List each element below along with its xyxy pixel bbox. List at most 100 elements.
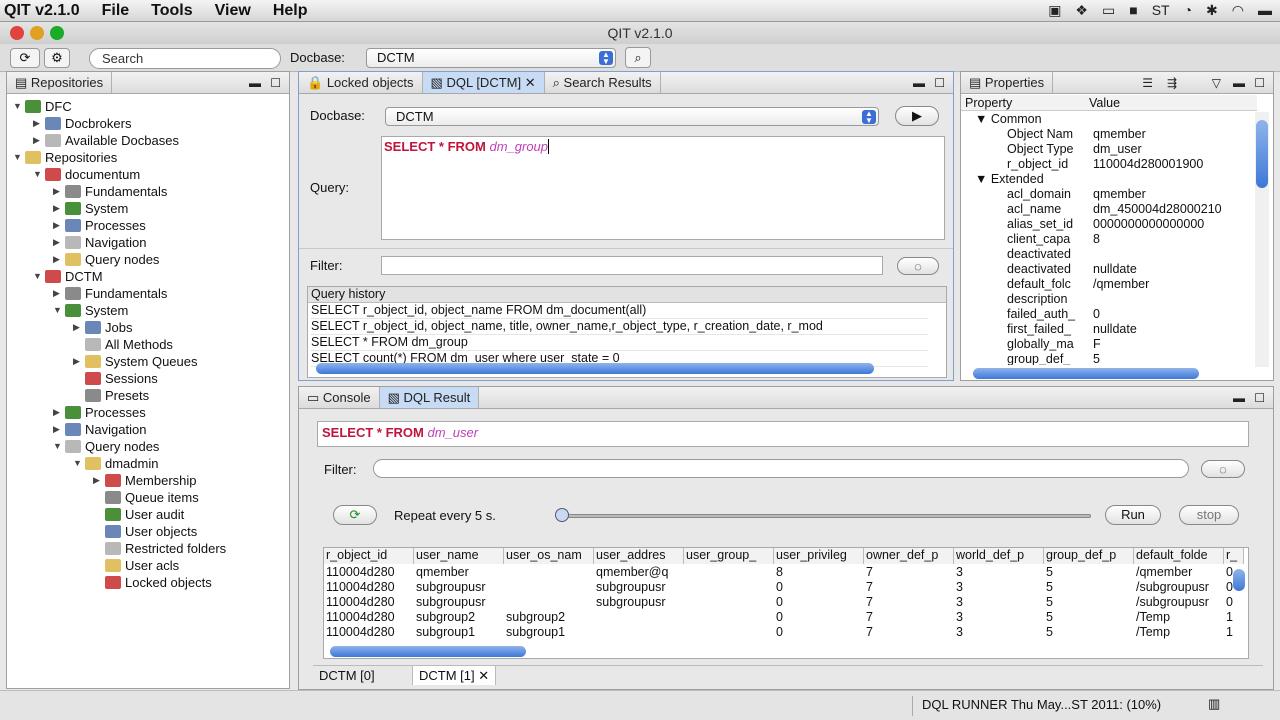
- tree-node[interactable]: ▼ DFC: [13, 98, 72, 115]
- minimize-icon[interactable]: ▬: [1233, 391, 1245, 405]
- close-icon[interactable]: ✕: [525, 75, 536, 90]
- dropbox-icon[interactable]: ❖: [1075, 2, 1088, 19]
- tree-node[interactable]: ▶ Processes: [53, 404, 146, 421]
- tab-repositories[interactable]: ▤ Repositories: [7, 72, 113, 93]
- collapsed-arrow-icon[interactable]: ▶: [53, 217, 65, 234]
- search-input[interactable]: Search: [89, 48, 281, 69]
- tree-node[interactable]: ▶ Processes: [53, 217, 146, 234]
- history-item[interactable]: SELECT * FROM dm_group: [311, 335, 928, 351]
- menu-arrow-icon[interactable]: ▽: [1212, 76, 1221, 90]
- zoom-window-button[interactable]: [50, 26, 64, 40]
- history-scrollbar[interactable]: [316, 363, 874, 374]
- collapsed-arrow-icon[interactable]: ▶: [53, 251, 65, 268]
- tree-node[interactable]: ▼ System: [53, 302, 128, 319]
- collapsed-arrow-icon[interactable]: ▶: [53, 234, 65, 251]
- filter-input[interactable]: [381, 256, 883, 275]
- tree-node[interactable]: ▶ Available Docbases: [33, 132, 179, 149]
- menu-file[interactable]: File: [91, 0, 141, 22]
- column-header[interactable]: owner_def_p: [864, 548, 954, 564]
- result-tab-dctm-0[interactable]: DCTM [0]: [313, 666, 413, 685]
- repeat-slider-thumb[interactable]: [555, 508, 569, 522]
- collapsed-arrow-icon[interactable]: ▶: [53, 183, 65, 200]
- table-row[interactable]: 110004d280 subgroup2 subgroup2 0 7 3 5/Temp 1: [324, 610, 1248, 625]
- collapsed-arrow-icon[interactable]: ▶: [93, 472, 105, 489]
- result-tab-dctm-1[interactable]: DCTM [1] ✕: [413, 666, 497, 685]
- tree-node[interactable]: User audit: [93, 506, 184, 523]
- app-menu[interactable]: QIT v2.1.0: [0, 0, 91, 22]
- collapsed-arrow-icon[interactable]: ▶: [53, 285, 65, 302]
- expanded-arrow-icon[interactable]: ▼: [53, 438, 65, 455]
- history-item[interactable]: SELECT r_object_id, object_name, title, …: [311, 319, 928, 335]
- close-window-button[interactable]: [10, 26, 24, 40]
- tree-node[interactable]: ▶ Jobs: [73, 319, 132, 336]
- collapsed-arrow-icon[interactable]: ▶: [33, 132, 45, 149]
- properties-hscroll[interactable]: [973, 368, 1199, 379]
- tree-node[interactable]: User objects: [93, 523, 197, 540]
- tree-node[interactable]: User acls: [93, 557, 179, 574]
- tree-node[interactable]: Presets: [73, 387, 149, 404]
- column-header[interactable]: user_group_: [684, 548, 774, 564]
- stop-button[interactable]: stop: [1179, 505, 1239, 525]
- maximize-icon[interactable]: ☐: [1254, 391, 1265, 405]
- column-header[interactable]: user_addres: [594, 548, 684, 564]
- menu-tools[interactable]: Tools: [140, 0, 203, 22]
- search-icon[interactable]: ⌕: [625, 47, 651, 68]
- docbase-select[interactable]: DCTM ▲ ▼: [366, 48, 616, 68]
- tab-properties[interactable]: ▤ Properties: [961, 72, 1054, 93]
- tab-search-results[interactable]: ⌕ Search Results: [545, 72, 661, 93]
- calendar-icon[interactable]: ■: [1129, 2, 1137, 19]
- repeat-slider-track[interactable]: [561, 514, 1091, 518]
- tree-node[interactable]: ▼ Repositories: [13, 149, 117, 166]
- collapsed-arrow-icon[interactable]: ▶: [73, 319, 85, 336]
- expanded-arrow-icon[interactable]: ▼: [53, 302, 65, 319]
- tree-node[interactable]: ▶ System: [53, 200, 128, 217]
- camera-icon[interactable]: ▣: [1048, 2, 1061, 19]
- result-vscroll[interactable]: [1231, 565, 1247, 643]
- battery-app-icon[interactable]: ▭: [1102, 2, 1115, 19]
- bluetooth-icon[interactable]: ✱: [1206, 2, 1218, 19]
- minimize-icon[interactable]: ▬: [249, 76, 261, 90]
- expanded-arrow-icon[interactable]: ▼: [33, 166, 45, 183]
- minimize-icon[interactable]: ▬: [1233, 76, 1245, 90]
- table-row[interactable]: 110004d280 qmember qmember@q 8 7 3 5/qmember 0: [324, 565, 1248, 580]
- tree-node[interactable]: ▶ Membership: [93, 472, 197, 489]
- execute-query-button[interactable]: ▶: [895, 106, 939, 126]
- tree-node[interactable]: Restricted folders: [93, 540, 226, 557]
- tree-node[interactable]: ▶ Docbrokers: [33, 115, 131, 132]
- tab-console[interactable]: ▭ Console: [299, 387, 380, 408]
- result-filter-input[interactable]: [373, 459, 1189, 478]
- column-header[interactable]: default_folde: [1134, 548, 1224, 564]
- column-header[interactable]: r_object_id: [324, 548, 414, 564]
- minimize-window-button[interactable]: [30, 26, 44, 40]
- column-header[interactable]: user_name: [414, 548, 504, 564]
- properties-vscroll[interactable]: [1255, 112, 1269, 367]
- repeat-refresh-button[interactable]: ⟳: [333, 505, 377, 525]
- script-icon[interactable]: ST: [1152, 2, 1170, 19]
- menu-help[interactable]: Help: [262, 0, 319, 22]
- tree-view-icon[interactable]: ☰: [1142, 76, 1153, 90]
- maximize-icon[interactable]: ☐: [270, 76, 281, 90]
- clear-filter-button[interactable]: ◌: [897, 257, 939, 275]
- gear-icon[interactable]: ⚙: [44, 48, 70, 68]
- column-header[interactable]: group_def_p: [1044, 548, 1134, 564]
- tree-node[interactable]: ▼ dmadmin: [73, 455, 158, 472]
- expanded-arrow-icon[interactable]: ▼: [33, 268, 45, 285]
- tree-node[interactable]: ▼ Query nodes: [53, 438, 159, 455]
- tree-node[interactable]: Sessions: [73, 370, 158, 387]
- battery-icon[interactable]: ▬: [1258, 2, 1272, 19]
- tree-node[interactable]: ▶ Fundamentals: [53, 285, 167, 302]
- minimize-icon[interactable]: ▬: [913, 76, 925, 90]
- collapsed-arrow-icon[interactable]: ▶: [53, 200, 65, 217]
- time-machine-icon[interactable]: ◔: [1184, 2, 1192, 19]
- column-value[interactable]: Value: [1089, 96, 1120, 110]
- tree-node[interactable]: All Methods: [73, 336, 173, 353]
- maximize-icon[interactable]: ☐: [1254, 76, 1265, 90]
- collapsed-arrow-icon[interactable]: ▶: [33, 115, 45, 132]
- collapsed-arrow-icon[interactable]: ▶: [53, 421, 65, 438]
- tree-node[interactable]: ▶ Navigation: [53, 421, 146, 438]
- maximize-icon[interactable]: ☐: [934, 76, 945, 90]
- table-row[interactable]: 110004d280 subgroupusr subgroupusr 0 7 3 5/sub…: [324, 580, 1248, 595]
- column-header[interactable]: world_def_p: [954, 548, 1044, 564]
- dql-docbase-select[interactable]: DCTM ▲ ▼: [385, 107, 879, 126]
- collapsed-arrow-icon[interactable]: ▶: [53, 404, 65, 421]
